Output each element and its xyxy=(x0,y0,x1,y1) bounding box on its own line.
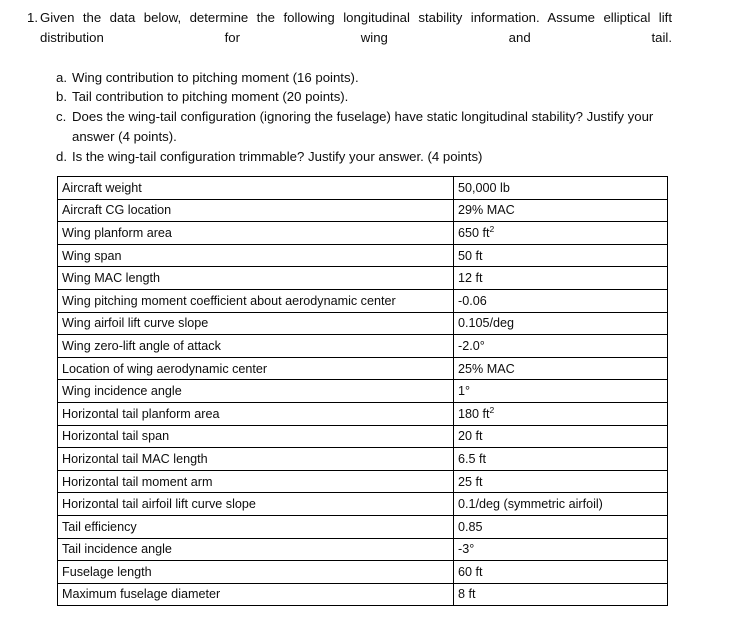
value-cell: 12 ft xyxy=(453,266,668,290)
value-text: 12 ft xyxy=(458,271,483,286)
table-row: Wing span 50 ft xyxy=(57,243,668,268)
table-row: Horizontal tail span 20 ft xyxy=(57,424,668,449)
table-row: Tail efficiency 0.85 xyxy=(57,514,668,539)
sub-item-text-a: Wing contribution to pitching moment (16… xyxy=(72,69,359,85)
table-row: Wing airfoil lift curve slope 0.105/deg xyxy=(57,311,668,336)
value-text: 0.85 xyxy=(458,519,483,534)
value-superscript: 2 xyxy=(489,223,495,234)
parameter-cell: Wing zero-lift angle of attack xyxy=(57,334,454,358)
table-row: Tail incidence angle -3° xyxy=(57,537,668,562)
value-cell: 0.1/deg (symmetric airfoil) xyxy=(453,492,668,516)
value-cell: 8 ft xyxy=(453,582,668,607)
parameter-cell: Horizontal tail span xyxy=(57,424,454,449)
value-text: 0.1/deg (symmetric airfoil) xyxy=(458,497,603,512)
parameter-cell: Wing MAC length xyxy=(57,266,454,290)
parameter-cell: Fuselage length xyxy=(57,560,454,584)
parameter-cell: Aircraft CG location xyxy=(57,198,454,223)
value-text: -0.06 xyxy=(458,293,487,308)
aircraft-data-table-container: Aircraft weight 50,000 lb Aircraft CG loca… xyxy=(57,176,668,607)
sub-item-marker-d: d. xyxy=(56,148,67,164)
value-cell: 25 ft xyxy=(453,469,668,494)
table-row: Wing zero-lift angle of attack -2.0° xyxy=(57,334,668,358)
value-cell: 20 ft xyxy=(453,424,668,449)
question-sub-item-c: c. Does the wing-tail configuration (ign… xyxy=(0,107,739,147)
table-row: Aircraft weight 50,000 lb xyxy=(57,176,668,200)
value-cell: 50,000 lb xyxy=(453,176,668,200)
sub-item-text-c: Does the wing-tail configuration (ignori… xyxy=(72,109,654,144)
value-cell: -0.06 xyxy=(453,288,668,313)
table-row: Wing incidence angle 1° xyxy=(57,379,668,403)
parameter-cell: Aircraft weight xyxy=(57,176,454,200)
value-cell: 0.105/deg xyxy=(453,311,668,336)
parameter-cell: Horizontal tail planform area xyxy=(57,401,454,426)
value-text: 25% MAC xyxy=(458,361,515,376)
value-cell: 0.85 xyxy=(453,514,668,539)
parameter-cell: Horizontal tail moment arm xyxy=(57,469,454,494)
table-row: Wing planform area 650 ft2 xyxy=(57,221,668,245)
value-text: 60 ft xyxy=(458,564,483,579)
sub-item-marker-c: c. xyxy=(56,109,67,125)
value-text: 50,000 lb xyxy=(458,180,510,195)
aircraft-data-table: Aircraft weight 50,000 lb Aircraft CG loca… xyxy=(57,176,668,607)
table-row: Horizontal tail airfoil lift curve slope… xyxy=(57,492,668,516)
parameter-cell: Location of wing aerodynamic center xyxy=(57,356,454,381)
question-1: 1. Given the data below, determine the f… xyxy=(0,8,739,67)
value-cell: 650 ft2 xyxy=(453,221,668,245)
value-text: 50 ft xyxy=(458,248,483,263)
data-table-body: Aircraft weight 50,000 lb Aircraft CG loca… xyxy=(57,176,668,607)
document-page: 1. Given the data below, determine the f… xyxy=(0,0,739,623)
value-cell: -3° xyxy=(453,537,668,562)
question-sub-item-d: d. Is the wing-tail configuration trimma… xyxy=(0,147,739,167)
value-text: 8 ft xyxy=(458,587,476,602)
value-text: 29% MAC xyxy=(458,203,515,218)
sub-item-marker-b: b. xyxy=(56,89,67,105)
question-sub-item-a: a. Wing contribution to pitching moment … xyxy=(0,68,739,88)
value-text: 25 ft xyxy=(458,474,483,489)
table-row: Fuselage length 60 ft xyxy=(57,560,668,584)
table-row: Wing MAC length 12 ft xyxy=(57,266,668,290)
table-row: Horizontal tail planform area 180 ft2 xyxy=(57,401,668,426)
sub-item-marker-a: a. xyxy=(56,69,67,85)
sub-item-text-b: Tail contribution to pitching moment (20… xyxy=(72,89,349,105)
question-block: 1. Given the data below, determine the f… xyxy=(0,8,739,166)
parameter-cell: Wing span xyxy=(57,243,454,268)
value-cell: 180 ft2 xyxy=(453,401,668,426)
parameter-cell: Horizontal tail MAC length xyxy=(57,447,454,471)
parameter-cell: Wing pitching moment coefficient about a… xyxy=(57,288,454,313)
question-number: 1. xyxy=(27,10,38,25)
value-text: 0.105/deg xyxy=(458,316,515,331)
value-text: -2.0° xyxy=(458,338,485,353)
table-row: Wing pitching moment coefficient about a… xyxy=(57,288,668,313)
parameter-cell: Horizontal tail airfoil lift curve slope xyxy=(57,492,454,516)
value-cell: 25% MAC xyxy=(453,356,668,381)
value-cell: 29% MAC xyxy=(453,198,668,223)
question-sub-list: a. Wing contribution to pitching moment … xyxy=(0,68,739,167)
parameter-cell: Tail incidence angle xyxy=(57,537,454,562)
value-cell: 50 ft xyxy=(453,243,668,268)
value-superscript: 2 xyxy=(489,404,495,415)
parameter-cell: Wing planform area xyxy=(57,221,454,245)
value-text: 1° xyxy=(458,384,471,399)
value-text: -3° xyxy=(458,542,475,557)
parameter-cell: Wing airfoil lift curve slope xyxy=(57,311,454,336)
value-cell: 60 ft xyxy=(453,560,668,584)
value-cell: 1° xyxy=(453,379,668,403)
parameter-cell: Wing incidence angle xyxy=(57,379,454,403)
value-text: 20 ft xyxy=(458,429,483,444)
table-row: Horizontal tail MAC length 6.5 ft xyxy=(57,447,668,471)
parameter-cell: Maximum fuselage diameter xyxy=(57,582,454,607)
parameter-cell: Tail efficiency xyxy=(57,514,454,539)
value-cell: -2.0° xyxy=(453,334,668,358)
value-cell: 6.5 ft xyxy=(453,447,668,471)
table-row: Maximum fuselage diameter 8 ft xyxy=(57,582,668,607)
question-intro-text: Given the data below, determine the foll… xyxy=(40,10,672,45)
table-row: Horizontal tail moment arm 25 ft xyxy=(57,469,668,494)
question-sub-item-b: b. Tail contribution to pitching moment … xyxy=(0,87,739,107)
value-text: 650 ft xyxy=(458,225,490,240)
value-text: 6.5 ft xyxy=(458,451,487,466)
table-row: Location of wing aerodynamic center 25% M… xyxy=(57,356,668,381)
table-row: Aircraft CG location 29% MAC xyxy=(57,198,668,223)
sub-item-text-d: Is the wing-tail configuration trimmable… xyxy=(72,148,483,164)
value-text: 180 ft xyxy=(458,406,490,421)
